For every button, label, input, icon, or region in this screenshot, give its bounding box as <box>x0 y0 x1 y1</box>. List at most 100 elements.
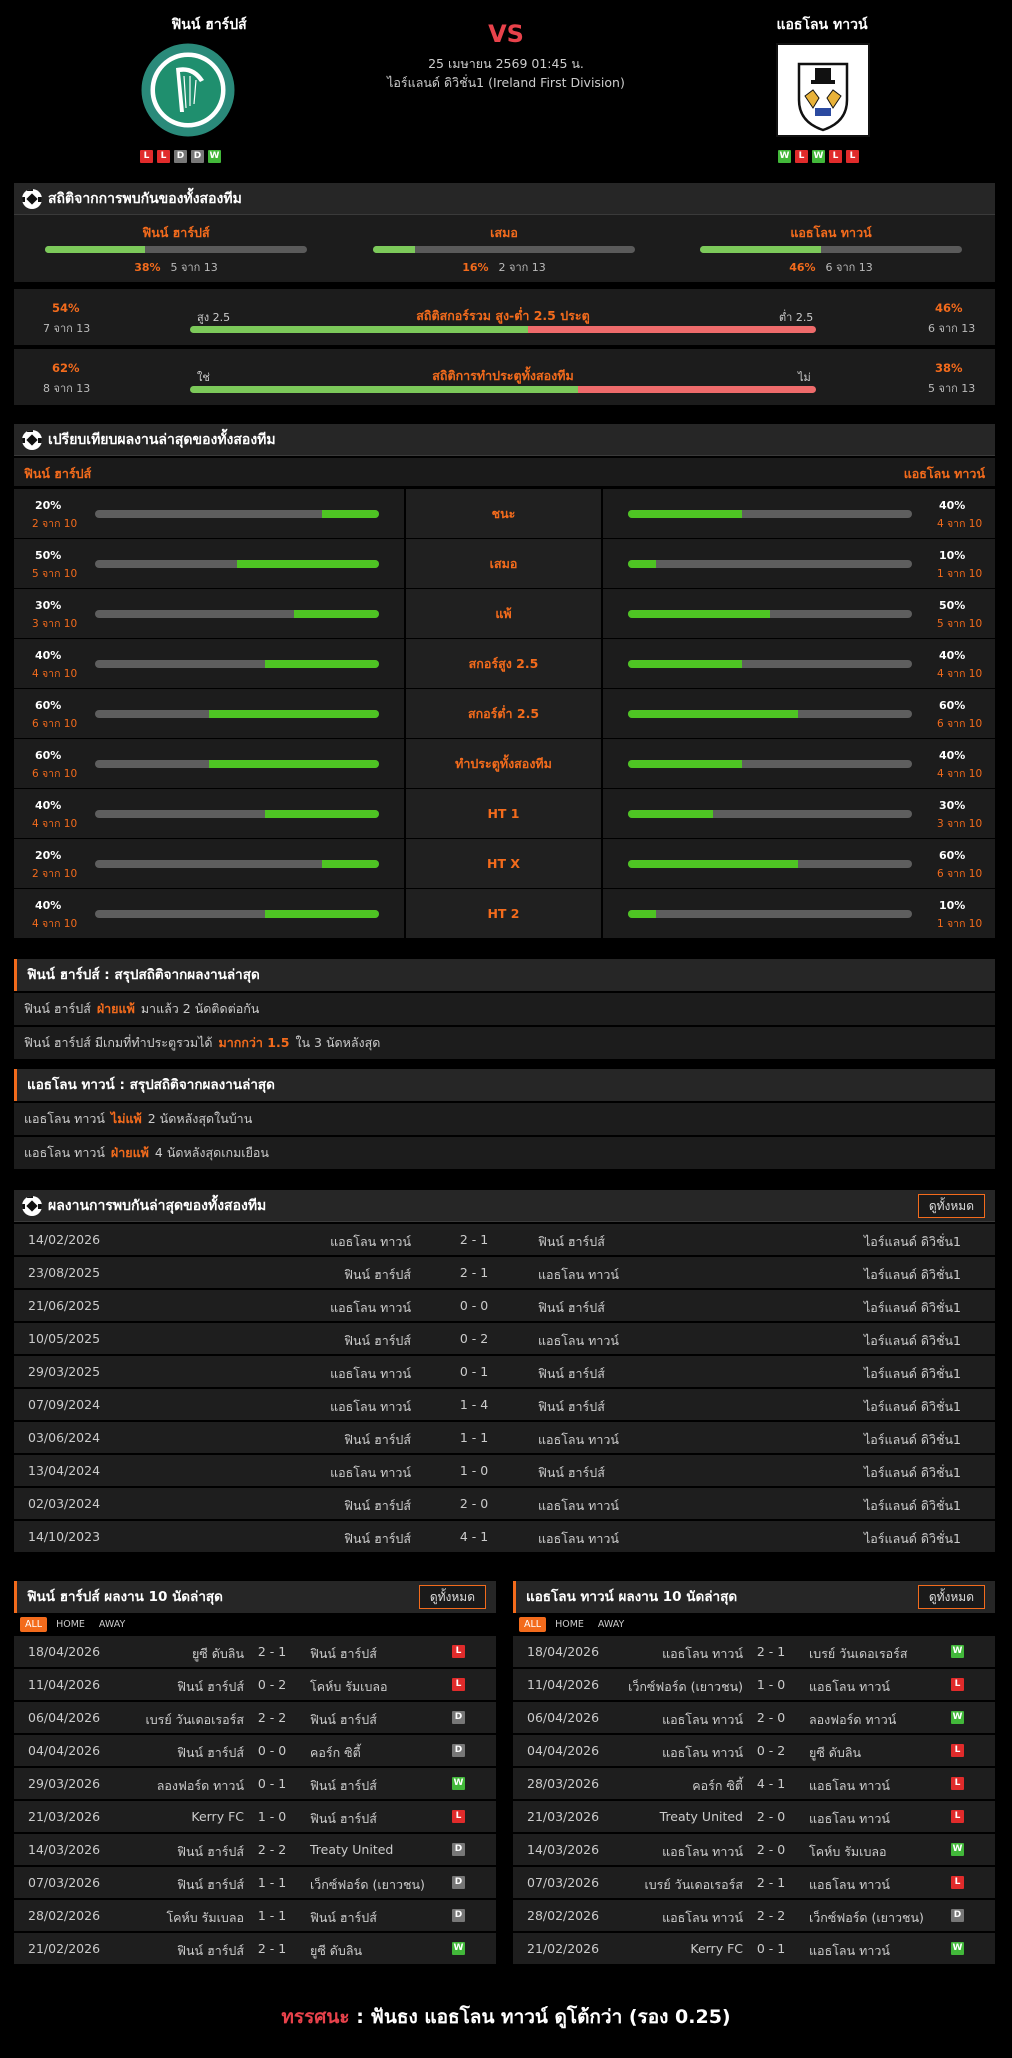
last10-row[interactable]: 04/04/2026 ฟินน์ ฮาร์ปส์ 0 - 0 คอร์ก ซิตี้ D <box>14 1735 496 1766</box>
tab-away[interactable]: AWAY <box>593 1617 629 1632</box>
away-team[interactable]: ฟินน์ ฮาร์ปส์ <box>310 1908 377 1928</box>
tab-home[interactable]: HOME <box>550 1617 589 1632</box>
home-team[interactable]: Treaty United <box>660 1809 743 1824</box>
away-team[interactable]: ฟินน์ ฮาร์ปส์ <box>310 1710 377 1730</box>
home-team[interactable]: ฟินน์ ฮาร์ปส์ <box>177 1743 244 1763</box>
away-team-logo[interactable] <box>775 42 871 138</box>
h2h-result-row[interactable]: 10/05/2025 ฟินน์ ฮาร์ปส์ 0 - 2 แอธโลน ทาวน์… <box>14 1323 995 1354</box>
away-team[interactable]: ยูซี ดับลิน <box>310 1941 362 1961</box>
home-team[interactable]: แอธโลน ทาวน์ <box>662 1743 743 1763</box>
home-team-logo[interactable] <box>140 42 236 138</box>
away-team[interactable]: ฟินน์ ฮาร์ปส์ <box>538 1232 605 1252</box>
home-team[interactable]: ฟินน์ ฮาร์ปส์ <box>177 1677 244 1697</box>
tab-all[interactable]: ALL <box>519 1616 547 1632</box>
last10-row[interactable]: 21/02/2026 ฟินน์ ฮาร์ปส์ 2 - 1 ยูซี ดับลิน W <box>14 1933 496 1964</box>
last10-row[interactable]: 28/02/2026 โคห์บ รัมเบลอ 1 - 1 ฟินน์ ฮาร์ปส… <box>14 1900 496 1931</box>
away-team[interactable]: ฟินน์ ฮาร์ปส์ <box>310 1776 377 1796</box>
last10-row[interactable]: 29/03/2026 ลองฟอร์ด ทาวน์ 0 - 1 ฟินน์ ฮาร์ป… <box>14 1768 496 1799</box>
home-team[interactable]: Kerry FC <box>690 1941 743 1956</box>
home-team[interactable]: ฟินน์ ฮาร์ปส์ <box>177 1875 244 1895</box>
home-team[interactable]: เบรย์ วันเดอเรอร์ส <box>644 1875 743 1895</box>
home-team[interactable]: คอร์ก ซิตี้ <box>692 1776 743 1796</box>
away-team[interactable]: แอธโลน ทาวน์ <box>538 1496 619 1516</box>
away-team[interactable]: ฟินน์ ฮาร์ปส์ <box>310 1644 377 1664</box>
tab-home[interactable]: HOME <box>51 1617 90 1632</box>
home-last10-see-all-button[interactable]: ดูทั้งหมด <box>418 1585 486 1609</box>
home-team[interactable]: แอธโลน ทาวน์ <box>662 1908 743 1928</box>
last10-row[interactable]: 11/04/2026 ฟินน์ ฮาร์ปส์ 0 - 2 โคห์บ รัมเบล… <box>14 1669 496 1700</box>
last10-row[interactable]: 21/03/2026 Treaty United 2 - 0 แอธโลน ทาวน์… <box>513 1801 995 1832</box>
away-team[interactable]: เบรย์ วันเดอเรอร์ส <box>809 1644 908 1664</box>
home-team[interactable]: ฟินน์ ฮาร์ปส์ <box>344 1529 411 1549</box>
away-team[interactable]: แอธโลน ทาวน์ <box>538 1529 619 1549</box>
last10-row[interactable]: 28/03/2026 คอร์ก ซิตี้ 4 - 1 แอธโลน ทาวน์ L <box>513 1768 995 1799</box>
h2h-result-row[interactable]: 29/03/2025 แอธโลน ทาวน์ 0 - 1 ฟินน์ ฮาร์ปส์… <box>14 1356 995 1387</box>
home-team[interactable]: ฟินน์ ฮาร์ปส์ <box>344 1496 411 1516</box>
away-last10-see-all-button[interactable]: ดูทั้งหมด <box>917 1585 985 1609</box>
home-team[interactable]: แอธโลน ทาวน์ <box>330 1298 411 1318</box>
home-team[interactable]: ยูซี ดับลิน <box>192 1644 244 1664</box>
away-team[interactable]: ฟินน์ ฮาร์ปส์ <box>538 1463 605 1483</box>
away-team[interactable]: คอร์ก ซิตี้ <box>310 1743 361 1763</box>
last10-row[interactable]: 28/02/2026 แอธโลน ทาวน์ 2 - 2 เว็กซ์ฟอร์ด (… <box>513 1900 995 1931</box>
home-team[interactable]: แอธโลน ทาวน์ <box>330 1232 411 1252</box>
home-team[interactable]: ฟินน์ ฮาร์ปส์ <box>344 1265 411 1285</box>
home-team[interactable]: แอธโลน ทาวน์ <box>330 1463 411 1483</box>
away-team[interactable]: แอธโลน ทาวน์ <box>538 1430 619 1450</box>
away-team[interactable]: แอธโลน ทาวน์ <box>809 1809 890 1829</box>
away-team[interactable]: ลองฟอร์ด ทาวน์ <box>809 1710 896 1730</box>
home-team[interactable]: โคห์บ รัมเบลอ <box>166 1908 244 1928</box>
h2h-result-row[interactable]: 14/10/2023 ฟินน์ ฮาร์ปส์ 4 - 1 แอธโลน ทาวน์… <box>14 1521 995 1552</box>
home-team[interactable]: เว็กซ์ฟอร์ด (เยาวชน) <box>628 1677 743 1697</box>
last10-row[interactable]: 07/03/2026 เบรย์ วันเดอเรอร์ส 2 - 1 แอธโลน … <box>513 1867 995 1898</box>
away-team[interactable]: แอธโลน ทาวน์ <box>809 1875 890 1895</box>
home-team[interactable]: ฟินน์ ฮาร์ปส์ <box>177 1941 244 1961</box>
last10-row[interactable]: 14/03/2026 ฟินน์ ฮาร์ปส์ 2 - 2 Treaty Unite… <box>14 1834 496 1865</box>
h2h-result-row[interactable]: 13/04/2024 แอธโลน ทาวน์ 1 - 0 ฟินน์ ฮาร์ปส์… <box>14 1455 995 1486</box>
home-team-name[interactable]: ฟินน์ ฮาร์ปส์ <box>99 14 319 36</box>
away-team[interactable]: โคห์บ รัมเบลอ <box>809 1842 887 1862</box>
last10-row[interactable]: 06/04/2026 แอธโลน ทาวน์ 2 - 0 ลองฟอร์ด ทาวน… <box>513 1702 995 1733</box>
away-team[interactable]: ฟินน์ ฮาร์ปส์ <box>538 1298 605 1318</box>
h2h-result-row[interactable]: 07/09/2024 แอธโลน ทาวน์ 1 - 4 ฟินน์ ฮาร์ปส์… <box>14 1389 995 1420</box>
away-team[interactable]: เว็กซ์ฟอร์ด (เยาวชน) <box>310 1875 425 1895</box>
away-team[interactable]: แอธโลน ทาวน์ <box>538 1331 619 1351</box>
last10-row[interactable]: 21/03/2026 Kerry FC 1 - 0 ฟินน์ ฮาร์ปส์ L <box>14 1801 496 1832</box>
home-team[interactable]: แอธโลน ทาวน์ <box>330 1397 411 1417</box>
home-team[interactable]: แอธโลน ทาวน์ <box>662 1710 743 1730</box>
h2h-see-all-button[interactable]: ดูทั้งหมด <box>917 1194 985 1218</box>
tab-all[interactable]: ALL <box>20 1616 48 1632</box>
home-team[interactable]: แอธโลน ทาวน์ <box>330 1364 411 1384</box>
h2h-result-row[interactable]: 23/08/2025 ฟินน์ ฮาร์ปส์ 2 - 1 แอธโลน ทาวน์… <box>14 1257 995 1288</box>
home-team[interactable]: ฟินน์ ฮาร์ปส์ <box>177 1842 244 1862</box>
away-team[interactable]: แอธโลน ทาวน์ <box>538 1265 619 1285</box>
last10-row[interactable]: 06/04/2026 เบรย์ วันเดอเรอร์ส 2 - 2 ฟินน์ ฮ… <box>14 1702 496 1733</box>
home-team[interactable]: ลองฟอร์ด ทาวน์ <box>157 1776 244 1796</box>
away-team[interactable]: แอธโลน ทาวน์ <box>809 1776 890 1796</box>
away-team[interactable]: ฟินน์ ฮาร์ปส์ <box>538 1397 605 1417</box>
away-team[interactable]: ยูซี ดับลิน <box>809 1743 861 1763</box>
home-team[interactable]: แอธโลน ทาวน์ <box>662 1644 743 1664</box>
home-team[interactable]: แอธโลน ทาวน์ <box>662 1842 743 1862</box>
last10-row[interactable]: 07/03/2026 ฟินน์ ฮาร์ปส์ 1 - 1 เว็กซ์ฟอร์ด … <box>14 1867 496 1898</box>
away-team[interactable]: แอธโลน ทาวน์ <box>809 1677 890 1697</box>
away-team[interactable]: ฟินน์ ฮาร์ปส์ <box>310 1809 377 1829</box>
h2h-result-row[interactable]: 02/03/2024 ฟินน์ ฮาร์ปส์ 2 - 0 แอธโลน ทาวน์… <box>14 1488 995 1519</box>
home-team[interactable]: ฟินน์ ฮาร์ปส์ <box>344 1331 411 1351</box>
home-team[interactable]: เบรย์ วันเดอเรอร์ส <box>145 1710 244 1730</box>
away-team-name[interactable]: แอธโลน ทาวน์ <box>712 14 932 36</box>
h2h-result-row[interactable]: 21/06/2025 แอธโลน ทาวน์ 0 - 0 ฟินน์ ฮาร์ปส์… <box>14 1290 995 1321</box>
last10-row[interactable]: 11/04/2026 เว็กซ์ฟอร์ด (เยาวชน) 1 - 0 แอธโล… <box>513 1669 995 1700</box>
last10-row[interactable]: 04/04/2026 แอธโลน ทาวน์ 0 - 2 ยูซี ดับลิน L <box>513 1735 995 1766</box>
last10-row[interactable]: 18/04/2026 แอธโลน ทาวน์ 2 - 1 เบรย์ วันเดอเ… <box>513 1636 995 1667</box>
away-team[interactable]: Treaty United <box>310 1842 393 1857</box>
away-team[interactable]: โคห์บ รัมเบลอ <box>310 1677 388 1697</box>
last10-row[interactable]: 18/04/2026 ยูซี ดับลิน 2 - 1 ฟินน์ ฮาร์ปส์ L <box>14 1636 496 1667</box>
away-team[interactable]: แอธโลน ทาวน์ <box>809 1941 890 1961</box>
last10-row[interactable]: 14/03/2026 แอธโลน ทาวน์ 2 - 0 โคห์บ รัมเบลอ… <box>513 1834 995 1865</box>
home-team[interactable]: ฟินน์ ฮาร์ปส์ <box>344 1430 411 1450</box>
h2h-result-row[interactable]: 03/06/2024 ฟินน์ ฮาร์ปส์ 1 - 1 แอธโลน ทาวน์… <box>14 1422 995 1453</box>
h2h-result-row[interactable]: 14/02/2026 แอธโลน ทาวน์ 2 - 1 ฟินน์ ฮาร์ปส์… <box>14 1224 995 1255</box>
home-team[interactable]: Kerry FC <box>191 1809 244 1824</box>
last10-row[interactable]: 21/02/2026 Kerry FC 0 - 1 แอธโลน ทาวน์ W <box>513 1933 995 1964</box>
